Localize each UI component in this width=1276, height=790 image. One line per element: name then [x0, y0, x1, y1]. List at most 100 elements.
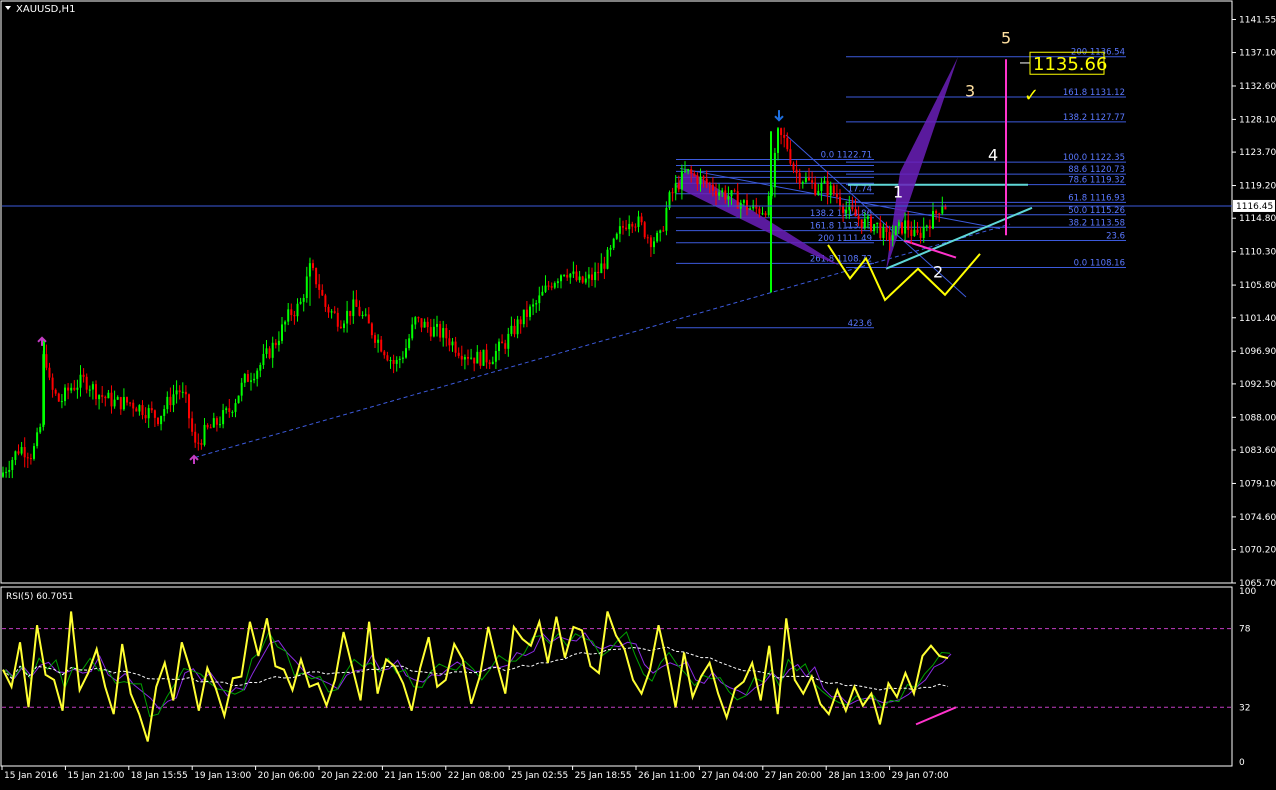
- candle-body-down: [454, 341, 457, 353]
- candle-body-up: [265, 348, 268, 354]
- candle-body-down: [457, 352, 460, 356]
- candle-body-down: [501, 341, 504, 344]
- time-tick-label: 29 Jan 07:00: [892, 771, 949, 781]
- price-tick-label: 1092.50: [1239, 380, 1276, 390]
- wave-label-5: 5: [1001, 29, 1011, 48]
- rsi-tick-label: 100: [1239, 587, 1256, 597]
- candle-body-up: [699, 176, 702, 185]
- candle-body-up: [222, 410, 225, 425]
- candle-body-up: [742, 200, 745, 203]
- candle-body-up: [39, 426, 42, 433]
- candle-body-up: [352, 299, 355, 317]
- candle-body-down: [420, 318, 423, 328]
- candle-body-up: [863, 218, 866, 228]
- candle-body-up: [181, 391, 184, 393]
- candle-body-up: [116, 397, 119, 400]
- candle-body-up: [398, 358, 401, 360]
- price-tick-label: 1141.55: [1239, 15, 1276, 25]
- candle-body-up: [79, 374, 82, 388]
- candle-body-up: [749, 208, 752, 210]
- candle-body-up: [615, 233, 618, 239]
- candle-body-up: [674, 183, 677, 194]
- candle-body-up: [628, 223, 631, 230]
- candle-body-down: [733, 190, 736, 192]
- candle-body-up: [541, 291, 544, 296]
- candle-body-up: [253, 378, 256, 381]
- candle-body-up: [277, 340, 280, 346]
- candle-body-up: [572, 271, 575, 274]
- candle-body-up: [773, 152, 776, 188]
- candle-body-down: [426, 321, 429, 328]
- candle-body-down: [519, 319, 522, 325]
- candle-body-down: [693, 173, 696, 176]
- candle-body-down: [327, 306, 330, 313]
- candle-body-up: [606, 249, 609, 269]
- candle-body-up: [482, 349, 485, 366]
- candle-body-up: [637, 216, 640, 227]
- candle-body-up: [64, 387, 66, 402]
- candle-body-down: [938, 213, 941, 215]
- candle-body-up: [296, 303, 299, 317]
- candle-body-down: [690, 169, 693, 174]
- candle-body-down: [268, 348, 271, 358]
- candle-body-up: [494, 351, 497, 362]
- fib-label-right: 78.6 1119.32: [1068, 176, 1125, 186]
- candle-body-down: [928, 225, 931, 229]
- candle-body-down: [23, 447, 26, 458]
- candle-body-down: [209, 427, 212, 429]
- candle-body-down: [808, 177, 810, 181]
- candle-body-down: [169, 396, 172, 406]
- candle-body-down: [870, 216, 872, 232]
- candle-body-up: [873, 224, 876, 232]
- rsi-tick-label: 32: [1239, 703, 1250, 713]
- candle-body-up: [656, 232, 659, 242]
- candle-body-down: [85, 376, 88, 390]
- candle-body-down: [581, 276, 584, 283]
- fib-label-right: 61.8 1116.93: [1068, 193, 1125, 203]
- candle-body-up: [587, 274, 590, 279]
- rsi-title: RSI(5) 60.7051: [6, 592, 73, 602]
- candle-body-down: [374, 335, 376, 343]
- wave-label-3: 3: [965, 81, 975, 100]
- current-price-label: 1116.45: [1236, 202, 1273, 212]
- candle-body-down: [550, 286, 553, 288]
- candle-body-up: [891, 235, 894, 241]
- fib-label-right: 100.0 1122.35: [1063, 153, 1125, 163]
- fib-label-right: 88.6 1120.73: [1068, 165, 1125, 175]
- candle-body-down: [811, 180, 814, 183]
- time-tick-label: 15 Jan 21:00: [67, 771, 124, 781]
- candle-body-down: [355, 299, 358, 307]
- candle-body-down: [622, 226, 624, 228]
- time-tick-label: 25 Jan 02:55: [511, 771, 568, 781]
- candle-body-up: [91, 384, 94, 390]
- candle-body-down: [826, 180, 829, 196]
- time-tick-label: 22 Jan 08:00: [448, 771, 505, 781]
- candle-body-up: [609, 247, 612, 250]
- candle-body-down: [901, 222, 903, 234]
- candle-body-up: [436, 324, 438, 327]
- candle-body-up: [451, 341, 454, 346]
- candle-body-down: [566, 274, 569, 278]
- candle-body-down: [206, 424, 209, 428]
- time-tick-label: 15 Jan 2016: [4, 771, 58, 781]
- candle-body-down: [439, 324, 442, 338]
- candle-body-down: [724, 190, 727, 200]
- candle-body-down: [119, 397, 122, 410]
- candle-body-down: [603, 263, 606, 269]
- candle-body-down: [57, 393, 60, 402]
- fib-label-left: 0.0 1122.71: [821, 150, 872, 160]
- candle-body-up: [560, 275, 562, 282]
- candle-body-down: [126, 397, 128, 403]
- candle-body-down: [274, 342, 277, 346]
- candle-body-down: [184, 391, 187, 395]
- candle-body-down: [783, 135, 786, 138]
- candle-body-up: [584, 278, 587, 283]
- time-tick-label: 19 Jan 13:00: [194, 771, 251, 781]
- candle-body-down: [795, 169, 798, 174]
- wave-label-2: 2: [933, 263, 943, 282]
- candle-body-up: [262, 353, 265, 366]
- candle-body-up: [894, 226, 897, 236]
- candle-body-down: [110, 392, 113, 407]
- candle-body-up: [203, 424, 206, 445]
- candle-body-down: [200, 443, 203, 445]
